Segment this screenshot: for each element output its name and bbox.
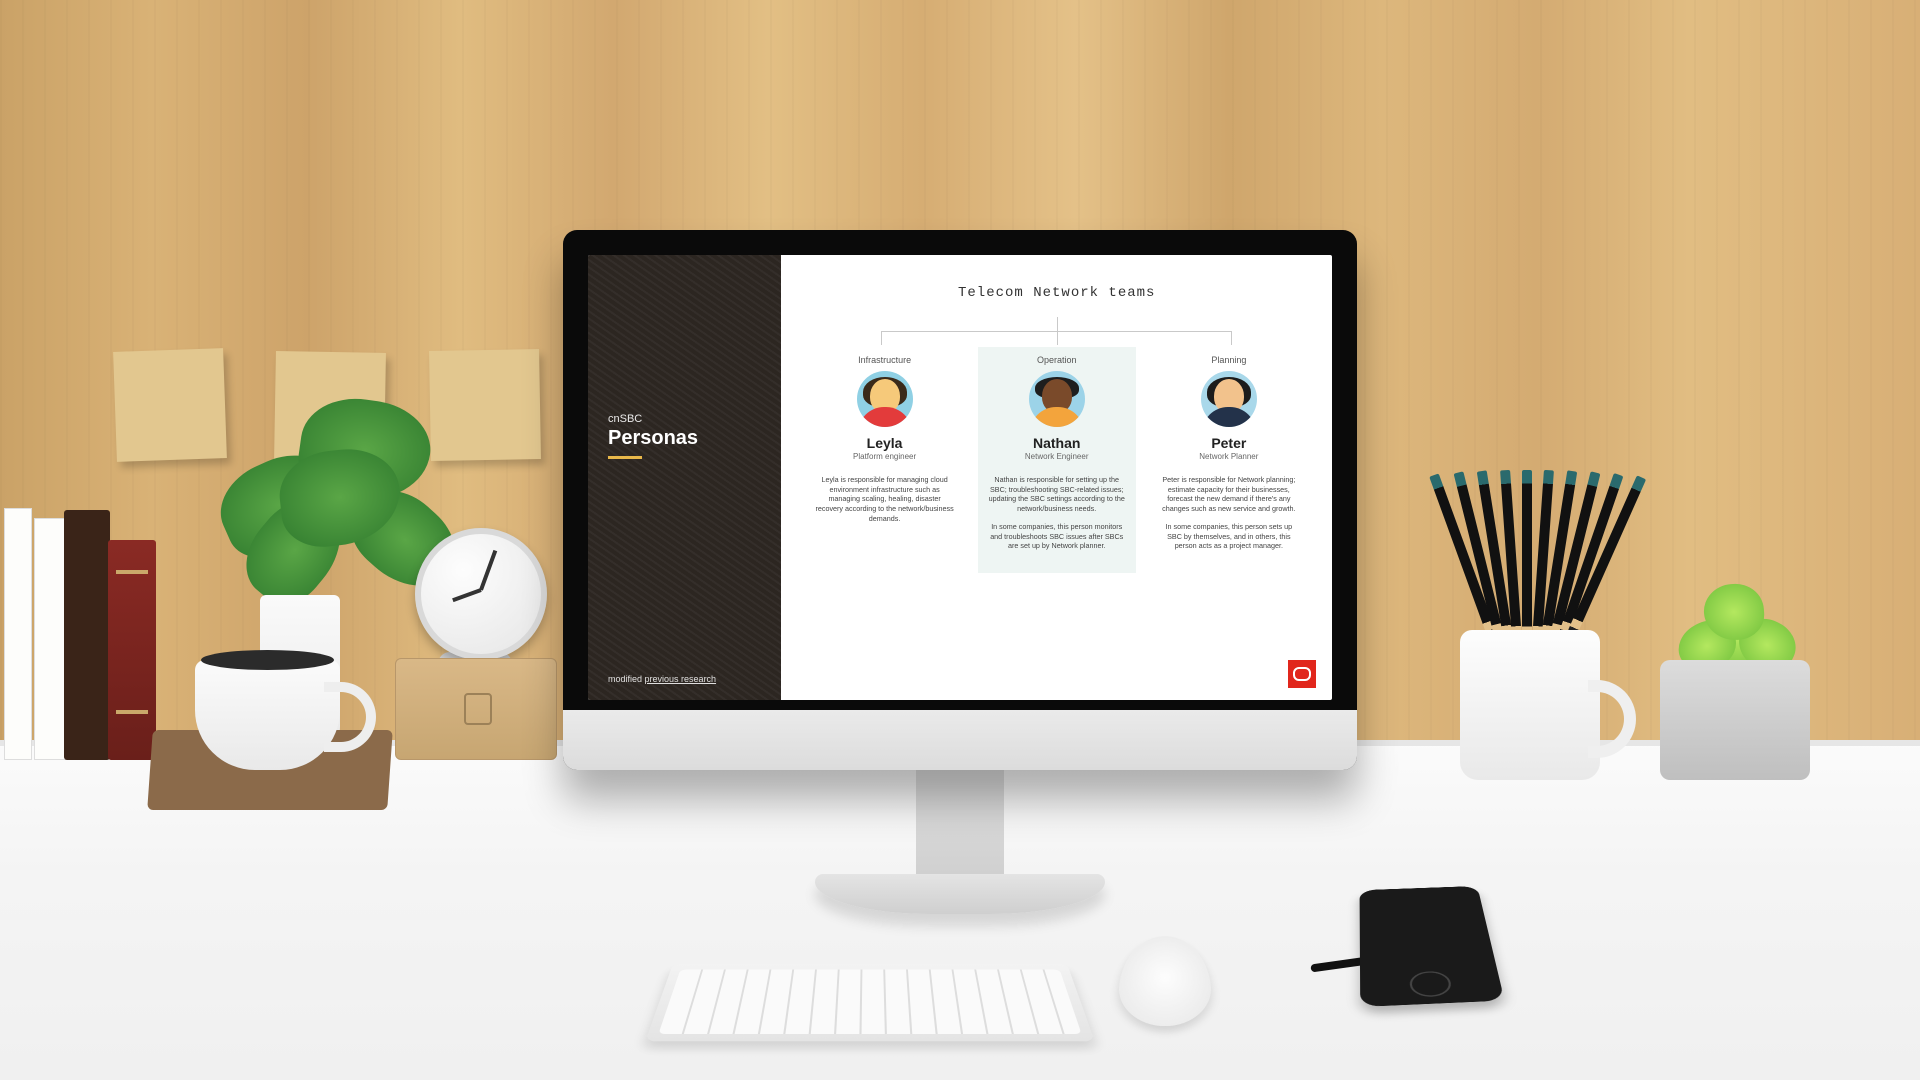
persona-category: Planning <box>1156 355 1302 365</box>
desk-mockup-scene: cnSBC Personas modified previous researc… <box>0 0 1920 1080</box>
persona-name: Peter <box>1156 435 1302 451</box>
footer-prefix: modified <box>608 674 645 684</box>
persona-description: Peter is responsible for Network plannin… <box>1156 475 1302 551</box>
org-connector <box>839 317 1274 347</box>
avatar-leyla <box>857 371 913 427</box>
persona-role: Network Planner <box>1156 452 1302 461</box>
avatar-peter <box>1201 371 1257 427</box>
pencils <box>1452 470 1622 640</box>
persona-name: Nathan <box>984 435 1130 451</box>
persona-card-infrastructure: Infrastructure Leyla Platform engineer L… <box>805 347 963 573</box>
pencil-cup <box>1460 630 1600 780</box>
slide-subtitle: cnSBC <box>608 413 761 425</box>
slide-footer: modified previous research <box>608 674 716 684</box>
oracle-logo-icon <box>1288 660 1316 688</box>
succulent-pot <box>1660 660 1810 780</box>
persona-category: Infrastructure <box>811 355 957 365</box>
analog-clock <box>415 528 547 660</box>
persona-description: Nathan is responsible for setting up the… <box>984 475 1130 551</box>
slide-main: Telecom Network teams Infrastructure <box>781 255 1332 700</box>
book-stack <box>0 500 170 760</box>
persona-columns: Infrastructure Leyla Platform engineer L… <box>805 347 1308 573</box>
accent-bar <box>608 456 642 459</box>
persona-role: Network Engineer <box>984 452 1130 461</box>
slide-sidebar: cnSBC Personas modified previous researc… <box>588 255 781 700</box>
footer-link: previous research <box>645 674 717 684</box>
persona-role: Platform engineer <box>811 452 957 461</box>
persona-category: Operation <box>984 355 1130 365</box>
persona-card-planning: Planning Peter Network Planner Peter is … <box>1150 347 1308 573</box>
monitor-chin <box>563 710 1357 770</box>
monitor-bezel: cnSBC Personas modified previous researc… <box>563 230 1357 770</box>
coffee-mug <box>195 660 340 770</box>
persona-name: Leyla <box>811 435 957 451</box>
keyboard <box>645 964 1095 1041</box>
persona-card-operation: Operation Nathan Network Engineer Nathan… <box>978 347 1136 573</box>
wooden-box <box>395 658 557 760</box>
screen: cnSBC Personas modified previous researc… <box>588 255 1332 700</box>
avatar-nathan <box>1029 371 1085 427</box>
slide-title: Personas <box>608 427 761 450</box>
main-heading: Telecom Network teams <box>805 285 1308 301</box>
monitor-stand <box>880 762 1040 922</box>
monitor: cnSBC Personas modified previous researc… <box>563 230 1357 770</box>
persona-description: Leyla is responsible for managing cloud … <box>811 475 957 524</box>
presentation-slide: cnSBC Personas modified previous researc… <box>588 255 1332 700</box>
